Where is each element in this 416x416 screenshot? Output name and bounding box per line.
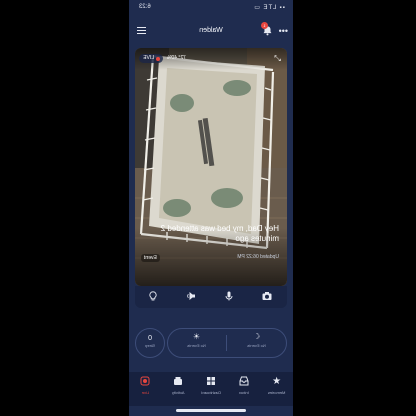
nav-item-memories[interactable]: ★ Memories <box>260 376 293 395</box>
camera-icon <box>129 376 162 388</box>
sleep-stat-value: 0 <box>148 335 152 342</box>
nav-label-memories: Memories <box>267 390 286 395</box>
status-bar: 6:23 ▪▪ LTE ▭ <box>129 0 293 16</box>
nav-item-inbox[interactable]: Inbox <box>227 376 260 395</box>
activity-icon <box>162 376 195 388</box>
nav-item-dashboard[interactable]: Dashboard <box>195 376 228 395</box>
nav-label-inbox: Inbox <box>238 390 249 395</box>
room-stats: 72° 40% <box>167 55 186 61</box>
bottom-navigation: Live Activity Dashboard Inbox ★ Memories <box>129 372 293 406</box>
status-time: 6:23 <box>139 4 151 10</box>
moon-icon: ☾ <box>252 332 261 341</box>
events-left-label: No Events <box>247 343 266 348</box>
dashboard-icon <box>195 376 228 388</box>
status-icons: ▪▪ LTE ▭ <box>253 5 285 11</box>
live-label: LIVE <box>143 55 154 61</box>
star-icon: ★ <box>272 376 282 387</box>
live-indicator-dot <box>156 56 160 61</box>
sleep-stat-label: Sleep <box>144 343 156 348</box>
camera-feed-card[interactable]: LIVE 72° 40% ⤢ Hey Dad, my bed was atten… <box>135 48 287 286</box>
microphone-icon[interactable] <box>223 291 235 303</box>
events-summary-left: ☾ No Events <box>227 332 286 348</box>
speaker-icon[interactable] <box>185 291 197 303</box>
nav-item-live[interactable]: Live <box>129 376 162 395</box>
stats-row: 0 Sleep ☾ No Events ☀ No Events <box>133 326 289 358</box>
sun-icon: ☀ <box>192 332 201 341</box>
live-badge: LIVE <box>139 54 163 63</box>
updated-timestamp: Updated 06:22 PM <box>237 254 279 260</box>
sleep-stat[interactable]: 0 Sleep <box>135 328 165 358</box>
event-message: Hey Dad, my bed was attended 2 minutes a… <box>160 224 279 243</box>
event-tag[interactable]: Event <box>141 254 160 262</box>
notification-badge: 1 <box>261 22 268 29</box>
nav-item-activity[interactable]: Activity <box>162 376 195 395</box>
more-options-icon[interactable]: ••• <box>279 26 288 36</box>
inbox-icon <box>227 376 260 388</box>
divider <box>226 335 227 351</box>
camera-icon[interactable] <box>261 291 273 303</box>
lightbulb-icon[interactable] <box>147 291 159 303</box>
expand-icon[interactable]: ⤢ <box>275 54 281 64</box>
nav-label-activity: Activity <box>171 390 185 395</box>
camera-controls <box>135 286 287 308</box>
events-summary[interactable]: ☾ No Events ☀ No Events <box>167 328 287 358</box>
nav-label-dashboard: Dashboard <box>201 390 221 395</box>
events-right-label: No Events <box>187 343 206 348</box>
home-indicator <box>176 409 246 412</box>
app-screen: 6:23 ▪▪ LTE ▭ Walden 1 ••• LIVE 72° 40% … <box>129 0 293 416</box>
header: Walden 1 ••• <box>129 16 293 46</box>
events-summary-right: ☀ No Events <box>167 332 226 348</box>
nav-label-live: Live <box>141 390 150 395</box>
